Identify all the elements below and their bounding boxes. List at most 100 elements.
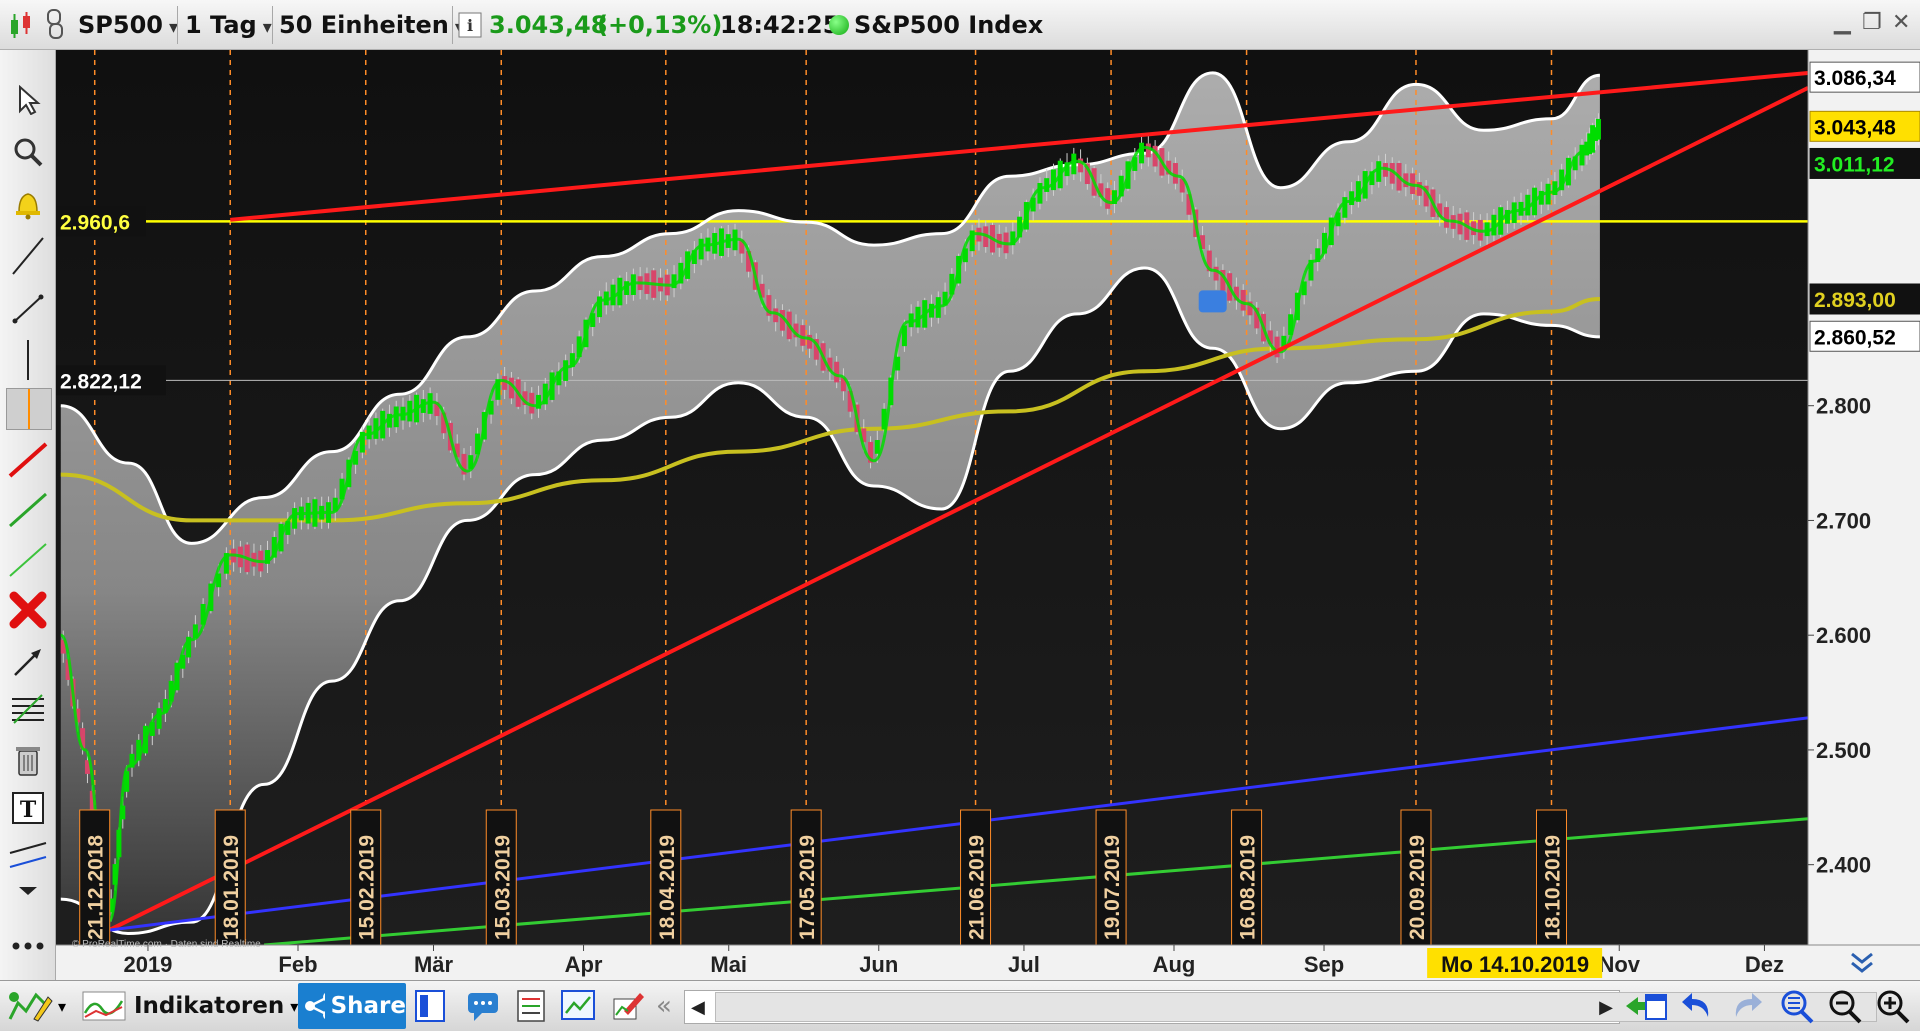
green-line-icon[interactable] [6, 490, 50, 530]
candle-body [1071, 154, 1076, 175]
price-label: 2.893,00 [1814, 289, 1896, 312]
green-thin-line-icon[interactable] [6, 540, 50, 580]
pointer-icon[interactable] [6, 80, 50, 120]
order-list-icon[interactable] [516, 989, 546, 1023]
y-tick-label: 2.500 [1816, 738, 1871, 763]
candle-body [1214, 267, 1219, 281]
expiry-label: 18.04.2019 [656, 835, 679, 940]
screener-icon[interactable] [610, 989, 646, 1023]
x-tick-label: Feb [278, 952, 317, 977]
drawing-toolbar: T [0, 50, 56, 980]
info-icon[interactable]: i [458, 12, 482, 38]
level-label: 2.822,12 [60, 370, 142, 393]
x-tick-label: Mai [710, 952, 747, 977]
undo-icon[interactable] [1680, 989, 1714, 1023]
expiry-label: 18.01.2019 [220, 835, 243, 940]
scroll-left-icon[interactable]: ◀ [691, 997, 705, 1018]
trash-icon[interactable] [6, 740, 50, 780]
text-tool-icon[interactable]: T [6, 788, 50, 828]
fibonacci-icon[interactable] [6, 690, 50, 730]
quote-time: 18:42:25 [720, 8, 839, 42]
bottom-toolbar: ▾ Indikatoren ▾ Share « ◀ ▶ [0, 980, 1920, 1031]
candle-body [292, 508, 297, 529]
x-tick-label: Jul [1008, 952, 1040, 977]
candle-body [1139, 143, 1144, 164]
zoom-in-icon[interactable] [1874, 989, 1912, 1023]
segment-tool-icon[interactable] [6, 288, 50, 328]
x-tick-label: 2019 [123, 952, 172, 977]
x-tick-label: Mär [414, 952, 454, 977]
candle-body [1037, 183, 1042, 204]
candle-body [699, 239, 704, 260]
arrow-tool-icon[interactable] [6, 642, 50, 682]
indicators-label: Indikatoren [134, 993, 284, 1019]
close-icon[interactable]: ✕ [1892, 10, 1910, 35]
new-chart-icon[interactable] [560, 989, 598, 1023]
goto-date-icon[interactable] [1624, 989, 1668, 1023]
candlestick-icon[interactable] [8, 10, 34, 40]
link-chain-icon[interactable] [44, 8, 66, 42]
time-scrollbar[interactable]: ◀ ▶ [684, 990, 1620, 1024]
zoom-out-icon[interactable] [1826, 989, 1864, 1023]
redo-icon[interactable] [1730, 989, 1764, 1023]
candle-body [1349, 191, 1354, 205]
separator [452, 6, 453, 44]
symbol-selector[interactable]: SP500 [78, 8, 178, 42]
share-label: Share [331, 993, 406, 1019]
indicator-pen-icon[interactable] [6, 989, 54, 1023]
y-tick-label: 2.800 [1816, 394, 1871, 419]
share-icon [304, 991, 325, 1021]
price-label: 2.860,52 [1814, 326, 1896, 349]
comments-icon[interactable] [466, 989, 500, 1023]
layout-icon[interactable] [414, 989, 448, 1023]
price-axis [1808, 50, 1920, 945]
vertical-line-icon[interactable] [6, 340, 50, 380]
zoom-fit-icon[interactable] [1778, 989, 1816, 1023]
line-tool-icon[interactable] [6, 236, 50, 276]
instrument-name: S&P500 Index [854, 8, 1043, 42]
expiry-label: 19.07.2019 [1101, 835, 1124, 940]
separator [177, 6, 178, 44]
x-tick-label: Apr [565, 952, 603, 977]
candle-body [1376, 161, 1381, 182]
zoom-icon[interactable] [6, 132, 50, 172]
delete-icon[interactable] [6, 590, 50, 630]
restore-icon[interactable]: ❐ [1862, 10, 1882, 35]
scroll-right-icon[interactable]: ▶ [1599, 997, 1613, 1018]
candle-body [1044, 178, 1049, 192]
expiry-label: 17.05.2019 [796, 835, 819, 940]
candle-body [529, 393, 534, 414]
period-label: 1 Tag [185, 11, 257, 39]
cursor-date-label: Mo 14.10.2019 [1441, 952, 1589, 977]
alert-bell-icon[interactable] [6, 184, 50, 224]
x-tick-label: Sep [1304, 952, 1344, 977]
share-button[interactable]: Share [298, 983, 406, 1029]
last-price: 3.043,48 [489, 8, 607, 42]
more-options-icon[interactable] [6, 926, 50, 966]
red-line-icon[interactable] [6, 440, 50, 480]
units-selector[interactable]: 50 Einheiten [279, 8, 464, 42]
candle-body [1241, 290, 1246, 311]
expiry-label: 20.09.2019 [1406, 835, 1429, 940]
candle-body [1105, 188, 1110, 209]
indicator-pen-dropdown[interactable]: ▾ [58, 989, 66, 1023]
candle-body [834, 362, 839, 383]
candle-body [563, 360, 568, 381]
expiry-label: 15.02.2019 [356, 835, 379, 940]
price-chart[interactable]: 21.12.201818.01.201915.02.201915.03.2019… [56, 50, 1920, 980]
minimize-icon[interactable]: ▁ [1834, 10, 1851, 35]
vertical-line-orange-icon[interactable] [6, 388, 52, 430]
candle-body [1173, 163, 1178, 184]
price-label: 3.011,12 [1814, 153, 1895, 176]
x-tick-label: Nov [1598, 952, 1640, 977]
collapse-left-icon[interactable]: « [656, 989, 672, 1023]
channel-tool-icon[interactable] [6, 836, 50, 876]
candle-body [1444, 207, 1449, 228]
indicators-button[interactable]: Indikatoren ▾ [82, 989, 298, 1023]
expand-tools-icon[interactable] [6, 876, 50, 906]
x-tick-label: Aug [1153, 952, 1196, 977]
time-axis [56, 945, 1920, 980]
period-selector[interactable]: 1 Tag [185, 8, 272, 42]
level-label: 2.960,6 [60, 211, 130, 234]
y-tick-label: 2.700 [1816, 508, 1871, 533]
